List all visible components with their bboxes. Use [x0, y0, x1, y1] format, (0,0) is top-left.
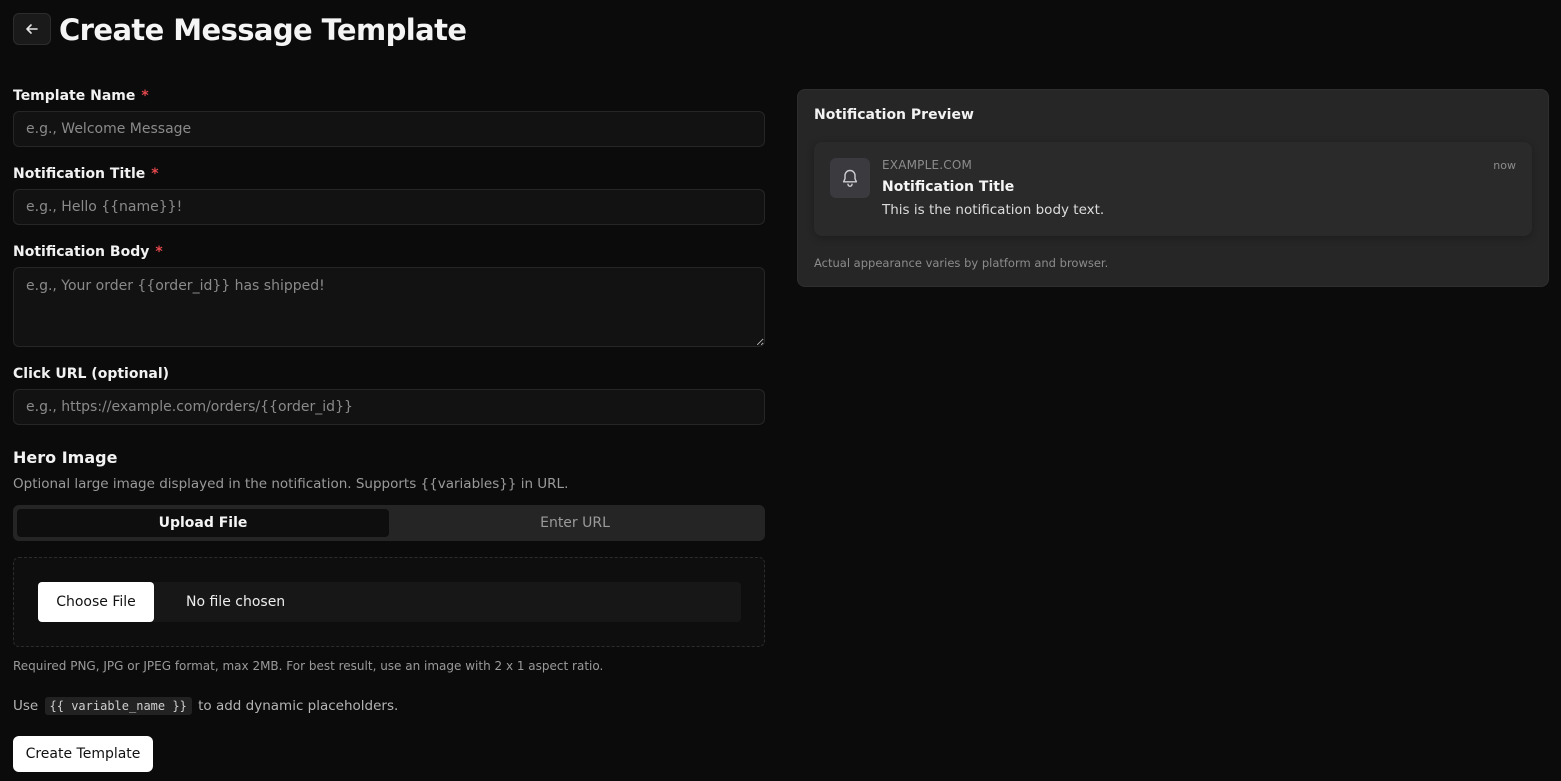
file-input[interactable]: Choose File No file chosen [38, 582, 741, 622]
preview-title: Notification Preview [814, 107, 974, 123]
page-title: Create Message Template [59, 13, 467, 47]
choose-file-button[interactable]: Choose File [38, 582, 154, 622]
notification-time: now [1493, 159, 1516, 172]
required-mark: * [155, 244, 163, 260]
notification-preview-card: Notification Preview EXAMPLE.COM now Not… [797, 89, 1549, 287]
hero-image-source-toggle: Upload File Enter URL [13, 505, 765, 541]
hero-image-title: Hero Image [13, 448, 118, 467]
tab-enter-url[interactable]: Enter URL [389, 509, 761, 537]
template-name-label: Template Name * [13, 88, 149, 104]
file-dropzone[interactable]: Choose File No file chosen [13, 557, 765, 647]
notification-title-preview: Notification Title [882, 179, 1015, 195]
notification-body-preview: This is the notification body text. [882, 202, 1105, 218]
variable-hint: Use {{ variable_name }} to add dynamic p… [13, 697, 399, 715]
hero-image-description: Optional large image displayed in the no… [13, 476, 569, 492]
required-mark: * [141, 88, 149, 104]
notification-body-textarea[interactable] [13, 267, 765, 347]
variable-code: {{ variable_name }} [44, 697, 192, 715]
required-mark: * [151, 166, 159, 182]
back-button[interactable] [13, 13, 51, 45]
bell-icon [842, 169, 858, 187]
template-name-input[interactable] [13, 111, 765, 147]
notification-domain: EXAMPLE.COM [882, 158, 973, 172]
file-status-text: No file chosen [186, 594, 286, 610]
click-url-label: Click URL (optional) [13, 366, 170, 382]
notification-mock: EXAMPLE.COM now Notification Title This … [814, 142, 1532, 236]
tab-upload-file[interactable]: Upload File [17, 509, 389, 537]
notification-title-label: Notification Title * [13, 166, 159, 182]
preview-footnote: Actual appearance varies by platform and… [814, 256, 1109, 270]
click-url-input[interactable] [13, 389, 765, 425]
notification-body-label: Notification Body * [13, 244, 163, 260]
create-template-page: Create Message Template Template Name* N… [0, 0, 1561, 781]
arrow-left-icon [26, 24, 38, 34]
notification-title-input[interactable] [13, 189, 765, 225]
notification-icon-tile [830, 158, 870, 198]
create-template-button[interactable]: Create Template [13, 736, 153, 772]
file-format-hint: Required PNG, JPG or JPEG format, max 2M… [13, 659, 604, 673]
